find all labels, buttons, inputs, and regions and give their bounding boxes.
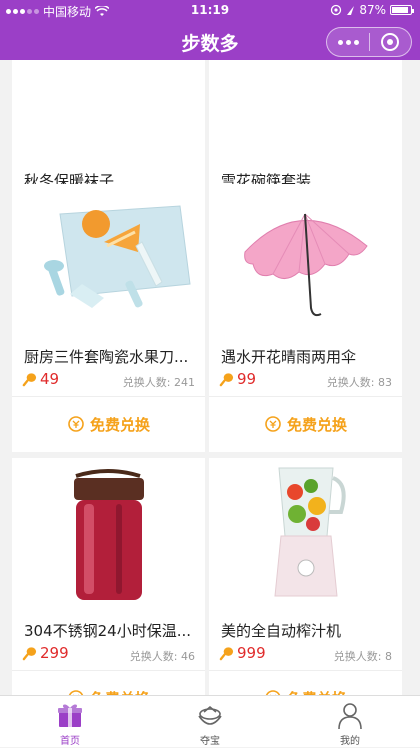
product-card[interactable]: 美的全自动榨汁机 999 兑换人数: 8 免费兑换: [209, 458, 402, 695]
free-exchange-button[interactable]: 免费兑换: [209, 397, 402, 451]
free-exchange-button[interactable]: 免费兑换: [12, 397, 205, 451]
exchange-icon: [68, 416, 84, 432]
free-exchange-label: 免费兑换: [287, 688, 347, 696]
tab-home[interactable]: 首页: [0, 696, 140, 748]
product-price-value: 999: [237, 644, 266, 662]
free-exchange-label: 免费兑换: [286, 415, 347, 434]
tab-bar: 首页 夺宝 我的: [0, 695, 420, 747]
product-name: 美的全自动榨汁机: [221, 622, 342, 640]
product-image[interactable]: [12, 458, 205, 608]
status-bar: 中国移动 11:19 87%: [0, 0, 420, 22]
treasure-bowl-icon: [198, 705, 222, 725]
tab-home-label: 首页: [60, 736, 80, 747]
product-name: 厨房三件套陶瓷水果刀...: [24, 348, 189, 366]
product-price: 299: [22, 644, 69, 662]
product-price: 49: [22, 370, 59, 388]
product-price-value: 299: [40, 644, 69, 662]
battery-percent: 87%: [359, 3, 386, 17]
gift-icon: [58, 704, 82, 727]
location-lock-icon: [331, 4, 342, 16]
tab-treasure-label: 夺宝: [200, 736, 220, 747]
free-exchange-button[interactable]: 免费兑换: [209, 671, 402, 695]
product-image[interactable]: [12, 184, 205, 334]
exchange-count: 兑换人数: 46: [129, 650, 195, 663]
tab-profile-label: 我的: [340, 736, 360, 747]
drumstick-icon: [219, 646, 234, 660]
more-menu-button[interactable]: [327, 28, 369, 56]
product-name: 304不锈钢24小时保温...: [24, 622, 192, 640]
mini-program-capsule: [326, 27, 412, 57]
free-exchange-label: 免费兑换: [89, 415, 150, 434]
tab-profile[interactable]: 我的: [280, 696, 420, 748]
arrow-icon: [347, 5, 355, 15]
product-card[interactable]: 304不锈钢24小时保温... 299 兑换人数: 46 免费兑换: [12, 458, 205, 695]
product-image[interactable]: [209, 184, 402, 334]
product-image[interactable]: [209, 458, 402, 608]
free-exchange-label: 免费兑换: [90, 688, 150, 696]
exchange-count: 兑换人数: 8: [333, 650, 392, 663]
drumstick-icon: [22, 646, 37, 660]
product-price-value: 49: [40, 370, 60, 388]
drumstick-icon: [219, 372, 234, 386]
product-image[interactable]: [209, 60, 402, 158]
nav-bar: 步数多: [0, 22, 420, 60]
target-icon: [381, 33, 400, 51]
product-price-value: 99: [237, 370, 257, 388]
product-card[interactable]: 厨房三件套陶瓷水果刀... 49 兑换人数: 241 免费兑换: [12, 184, 205, 452]
exchange-icon: [265, 416, 281, 432]
product-price: 99: [219, 370, 256, 388]
product-card[interactable]: 遇水开花晴雨两用伞 99 兑换人数: 83 免费兑换: [209, 184, 402, 452]
tab-treasure[interactable]: 夺宝: [140, 696, 280, 748]
battery-icon: [390, 5, 414, 15]
product-image[interactable]: [12, 60, 205, 158]
close-mini-program-button[interactable]: [370, 28, 411, 56]
exchange-count: 兑换人数: 83: [326, 376, 392, 389]
product-name: 遇水开花晴雨两用伞: [221, 348, 357, 366]
drumstick-icon: [22, 372, 37, 386]
user-icon: [338, 703, 362, 730]
product-price: 999: [219, 644, 266, 662]
product-list[interactable]: 秋冬保暖袜子2兑换人数: 1277免费兑换雪花碗筷套装19兑换人数: 432免费…: [0, 60, 420, 695]
exchange-count: 兑换人数: 241: [122, 376, 195, 389]
free-exchange-button[interactable]: 免费兑换: [12, 671, 205, 695]
